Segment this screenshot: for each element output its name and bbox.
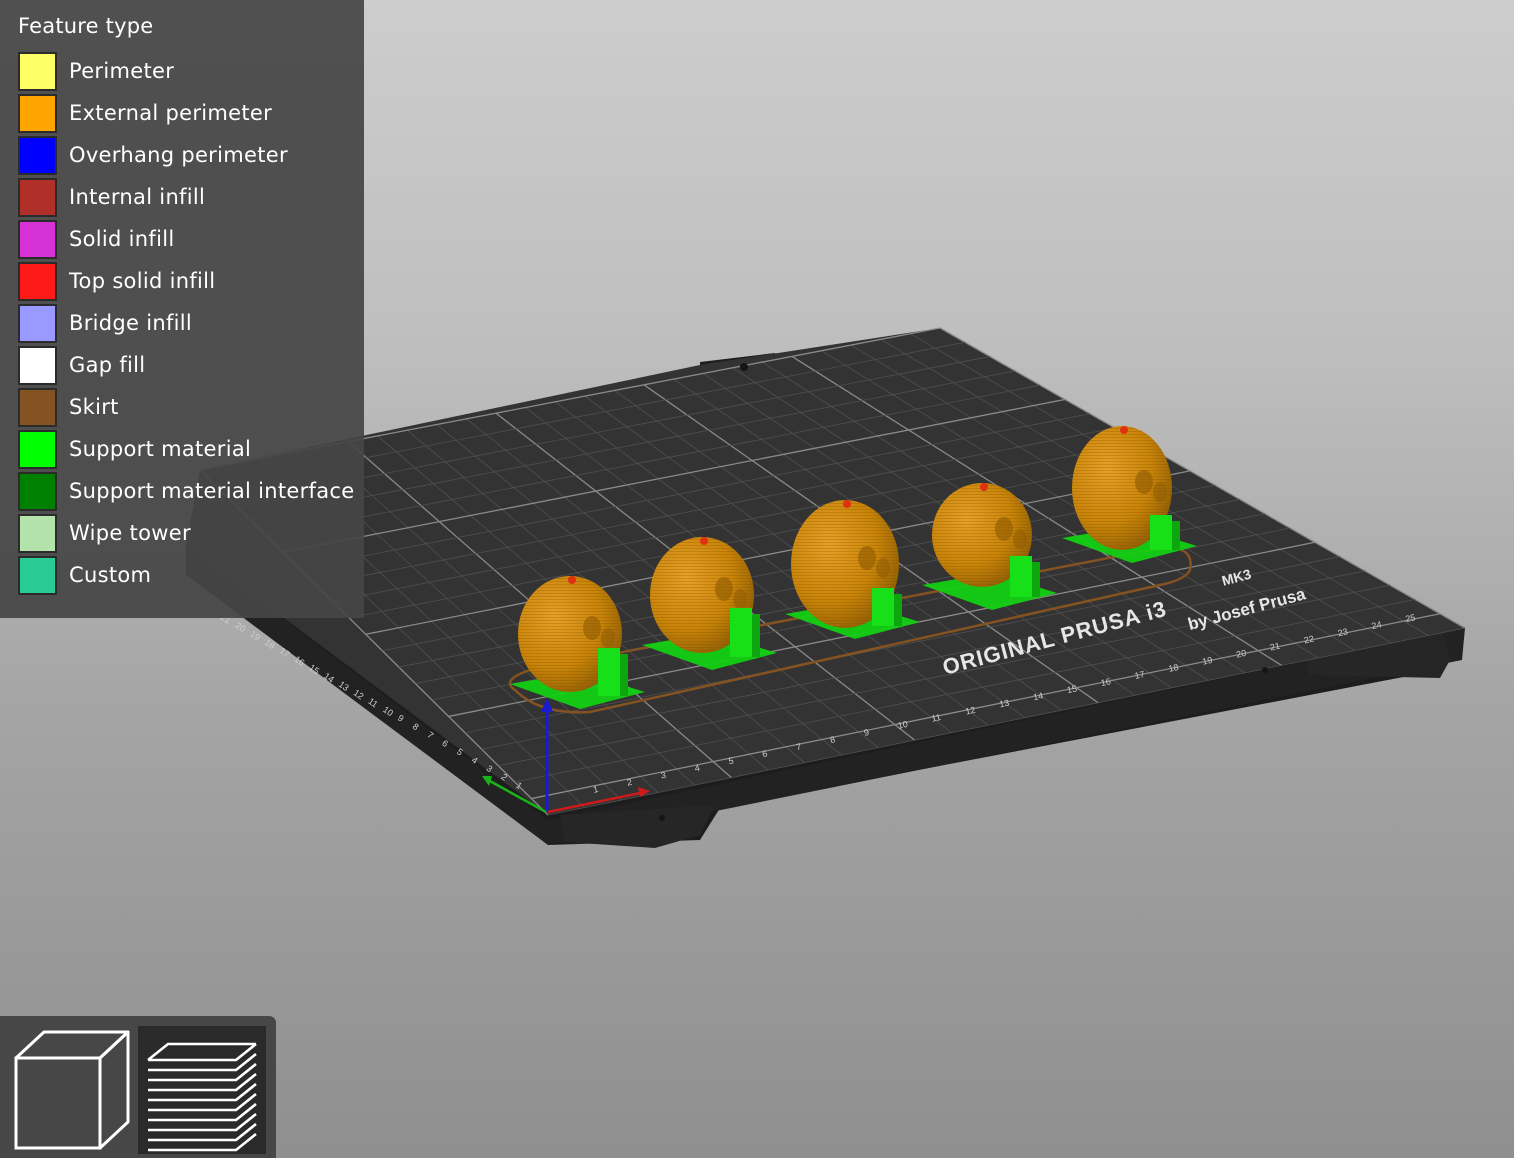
legend-item-wipe-tower: Wipe tower: [18, 512, 354, 554]
front-scale-tick: 20: [1235, 648, 1247, 660]
legend-label: Support material: [69, 437, 252, 461]
front-scale-tick: 16: [1100, 676, 1112, 688]
front-scale-tick: 19: [1201, 655, 1213, 667]
legend-label: Top solid infill: [69, 269, 216, 293]
legend-item-solid-infill: Solid infill: [18, 218, 354, 260]
front-scale-tick: 21: [1269, 641, 1281, 653]
front-scale-tick: 15: [1066, 683, 1078, 695]
legend-item-top-solid-infill: Top solid infill: [18, 260, 354, 302]
head-eye: [1135, 470, 1153, 494]
layers-icon: [147, 1042, 257, 1152]
head-eye: [583, 616, 601, 640]
legend-label: Skirt: [69, 395, 119, 419]
head-eye: [733, 589, 747, 609]
front-scale-tick: 24: [1371, 619, 1383, 631]
legend-label: Custom: [69, 563, 152, 587]
color-swatch: [18, 261, 57, 301]
front-scale-tick: 12: [964, 705, 976, 717]
support-tower: [730, 608, 752, 657]
color-swatch: [18, 135, 57, 175]
legend-title: Feature type: [18, 14, 154, 38]
front-scale-tick: 17: [1134, 669, 1146, 681]
bed-magnet-hole: [659, 815, 665, 821]
view-toggle-toolbar: [0, 1016, 276, 1158]
color-swatch: [18, 93, 57, 133]
legend-label: Internal infill: [69, 185, 206, 209]
legend-item-support-material-interface: Support material interface: [18, 470, 354, 512]
head-eye: [1153, 482, 1167, 502]
front-scale-tick: 10: [897, 719, 909, 731]
support-tower-side: [620, 654, 628, 696]
color-swatch: [18, 387, 57, 427]
top-solid-dot: [1120, 426, 1128, 434]
head-eye: [876, 558, 890, 578]
front-scale-tick: 22: [1303, 634, 1315, 646]
legend-label: Support material interface: [69, 479, 355, 503]
bed-magnet-hole: [740, 363, 748, 371]
front-scale-tick: 13: [998, 698, 1010, 710]
legend-label: Bridge infill: [69, 311, 193, 335]
head-eye: [858, 546, 876, 570]
feature-type-legend: Feature type Perimeter External perimete…: [0, 0, 364, 618]
support-tower-side: [1172, 521, 1180, 550]
support-tower: [1010, 556, 1032, 597]
legend-item-gap-fill: Gap fill: [18, 344, 354, 386]
legend-label: Gap fill: [69, 353, 146, 377]
legend-item-support-material: Support material: [18, 428, 354, 470]
legend-label: External perimeter: [69, 101, 273, 125]
top-solid-dot: [843, 500, 851, 508]
color-swatch: [18, 513, 57, 553]
side-scale-tick: 19: [248, 629, 262, 643]
color-swatch: [18, 471, 57, 511]
color-swatch: [18, 345, 57, 385]
front-scale-tick: 18: [1168, 662, 1180, 674]
legend-item-internal-infill: Internal infill: [18, 176, 354, 218]
front-scale-tick: 25: [1404, 612, 1416, 624]
color-swatch: [18, 303, 57, 343]
front-scale-tick: 23: [1337, 626, 1349, 638]
color-swatch: [18, 429, 57, 469]
legend-item-overhang-perimeter: Overhang perimeter: [18, 134, 354, 176]
top-solid-dot: [700, 537, 708, 545]
head-eye: [601, 628, 615, 648]
legend-list: Perimeter External perimeter Overhang pe…: [18, 50, 354, 596]
color-swatch: [18, 177, 57, 217]
3d-view-button[interactable]: [8, 1026, 136, 1154]
legend-item-skirt: Skirt: [18, 386, 354, 428]
front-scale-tick: 14: [1032, 690, 1044, 702]
legend-item-external-perimeter: External perimeter: [18, 92, 354, 134]
top-solid-dot: [980, 483, 988, 491]
legend-label: Overhang perimeter: [69, 143, 288, 167]
cube-icon: [14, 1030, 130, 1150]
head-eye: [1013, 529, 1027, 549]
legend-label: Solid infill: [69, 227, 175, 251]
support-tower-side: [894, 594, 902, 626]
color-swatch: [18, 51, 57, 91]
legend-label: Perimeter: [69, 59, 175, 83]
top-solid-dot: [568, 576, 576, 584]
legend-label: Wipe tower: [69, 521, 191, 545]
color-swatch: [18, 555, 57, 595]
legend-item-custom: Custom: [18, 554, 354, 596]
support-tower: [872, 588, 894, 626]
head-eye: [715, 577, 733, 601]
legend-item-perimeter: Perimeter: [18, 50, 354, 92]
color-swatch: [18, 219, 57, 259]
support-tower: [1150, 515, 1172, 550]
side-scale-tick: 20: [233, 620, 247, 634]
layers-view-button[interactable]: [138, 1026, 266, 1154]
head-eye: [995, 517, 1013, 541]
bed-magnet-hole: [1262, 667, 1268, 673]
legend-item-bridge-infill: Bridge infill: [18, 302, 354, 344]
support-tower: [598, 648, 620, 696]
support-tower-side: [752, 614, 760, 657]
support-tower-side: [1032, 562, 1040, 597]
